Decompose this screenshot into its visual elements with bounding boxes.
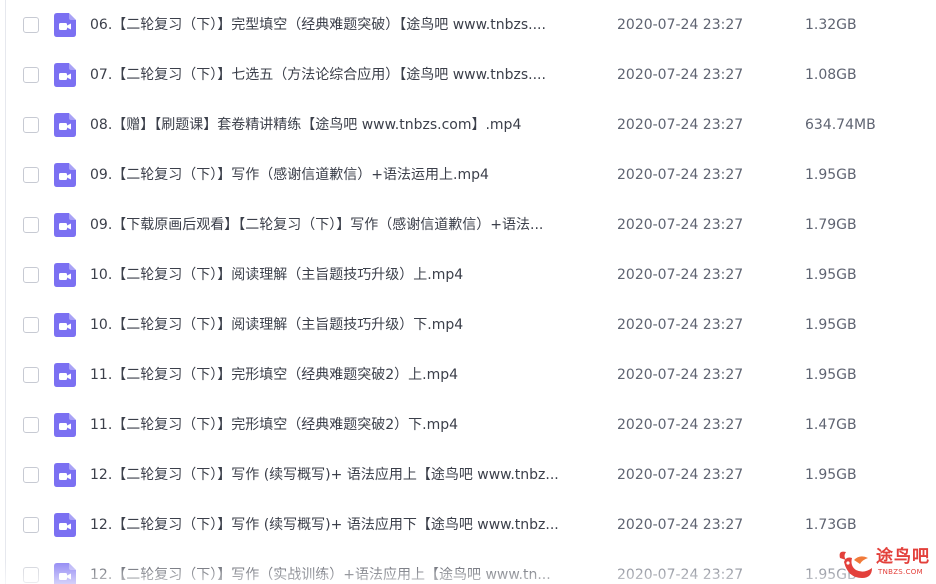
file-date: 2020-07-24 23:27 [617, 167, 744, 183]
file-size: 1.95GB [805, 467, 857, 483]
file-size: 1.47GB [805, 417, 857, 433]
video-file-icon [54, 263, 76, 287]
file-date: 2020-07-24 23:27 [617, 367, 744, 383]
file-date: 2020-07-24 23:27 [617, 417, 744, 433]
file-name[interactable]: 07.【二轮复习（下）】七选五（方法论综合应用）【途鸟吧 www.tnbzs..… [90, 66, 546, 84]
file-size: 634.74MB [805, 117, 876, 133]
file-size: 1.32GB [805, 17, 857, 33]
file-row[interactable]: 08.【赠】【刷题课】套卷精讲精练【途鸟吧 www.tnbzs.com】.mp4… [0, 100, 936, 150]
file-name[interactable]: 09.【下载原画后观看】【二轮复习（下）】写作（感谢信道歉信）+语法... [90, 216, 543, 234]
file-row[interactable]: 09.【下载原画后观看】【二轮复习（下）】写作（感谢信道歉信）+语法... 20… [0, 200, 936, 250]
video-file-icon [54, 413, 76, 437]
file-date: 2020-07-24 23:27 [617, 267, 744, 283]
video-file-icon [54, 113, 76, 137]
watermark-subtext: TNBZS.COM [878, 568, 923, 576]
video-file-icon [54, 313, 76, 337]
file-size: 1.95GB [805, 367, 857, 383]
file-size: 1.73GB [805, 517, 857, 533]
file-date: 2020-07-24 23:27 [617, 217, 744, 233]
row-checkbox[interactable] [23, 267, 39, 283]
watermark-text: 途鸟吧 [876, 547, 930, 567]
video-file-icon [54, 563, 76, 584]
file-size: 1.95GB [805, 317, 857, 333]
file-list: 06.【二轮复习（下）】完型填空（经典难题突破）【途鸟吧 www.tnbzs..… [0, 0, 936, 584]
file-name[interactable]: 12.【二轮复习（下）】写作 (续写概写)+ 语法应用上【途鸟吧 www.tnb… [90, 466, 559, 484]
file-name[interactable]: 11.【二轮复习（下）】完形填空（经典难题突破2）上.mp4 [90, 366, 458, 384]
file-name[interactable]: 12.【二轮复习（下）】写作（实战训练）+语法应用上【途鸟吧 www.tn... [90, 566, 551, 584]
row-checkbox[interactable] [23, 367, 39, 383]
video-file-icon [54, 13, 76, 37]
site-watermark: 途鸟吧 TNBZS.COM [834, 546, 934, 582]
file-date: 2020-07-24 23:27 [617, 467, 744, 483]
video-file-icon [54, 163, 76, 187]
row-checkbox[interactable] [23, 417, 39, 433]
file-size: 1.79GB [805, 217, 857, 233]
row-checkbox[interactable] [23, 517, 39, 533]
file-row[interactable]: 10.【二轮复习（下）】阅读理解（主旨题技巧升级）上.mp4 2020-07-2… [0, 250, 936, 300]
file-row[interactable]: 10.【二轮复习（下）】阅读理解（主旨题技巧升级）下.mp4 2020-07-2… [0, 300, 936, 350]
video-file-icon [54, 363, 76, 387]
file-date: 2020-07-24 23:27 [617, 67, 744, 83]
video-file-icon [54, 63, 76, 87]
file-name[interactable]: 12.【二轮复习（下）】写作 (续写概写)+ 语法应用下【途鸟吧 www.tnb… [90, 516, 559, 534]
file-row[interactable]: 09.【二轮复习（下）】写作（感谢信道歉信）+语法运用上.mp4 2020-07… [0, 150, 936, 200]
file-row[interactable]: 11.【二轮复习（下）】完形填空（经典难题突破2）上.mp4 2020-07-2… [0, 350, 936, 400]
video-file-icon [54, 463, 76, 487]
bird-logo-icon [839, 551, 872, 578]
file-date: 2020-07-24 23:27 [617, 17, 744, 33]
row-checkbox[interactable] [23, 167, 39, 183]
row-checkbox[interactable] [23, 567, 39, 583]
file-row[interactable]: 12.【二轮复习（下）】写作 (续写概写)+ 语法应用下【途鸟吧 www.tnb… [0, 500, 936, 550]
file-name[interactable]: 10.【二轮复习（下）】阅读理解（主旨题技巧升级）下.mp4 [90, 316, 463, 334]
file-date: 2020-07-24 23:27 [617, 517, 744, 533]
file-name[interactable]: 06.【二轮复习（下）】完型填空（经典难题突破）【途鸟吧 www.tnbzs..… [90, 16, 546, 34]
file-size: 1.95GB [805, 167, 857, 183]
file-row[interactable]: 12.【二轮复习（下）】写作 (续写概写)+ 语法应用上【途鸟吧 www.tnb… [0, 450, 936, 500]
row-checkbox[interactable] [23, 17, 39, 33]
file-size: 1.95GB [805, 267, 857, 283]
file-name[interactable]: 09.【二轮复习（下）】写作（感谢信道歉信）+语法运用上.mp4 [90, 166, 489, 184]
file-row[interactable]: 07.【二轮复习（下）】七选五（方法论综合应用）【途鸟吧 www.tnbzs..… [0, 50, 936, 100]
video-file-icon [54, 213, 76, 237]
file-size: 1.08GB [805, 67, 857, 83]
row-checkbox[interactable] [23, 467, 39, 483]
file-date: 2020-07-24 23:27 [617, 317, 744, 333]
row-checkbox[interactable] [23, 317, 39, 333]
file-row[interactable]: 12.【二轮复习（下）】写作（实战训练）+语法应用上【途鸟吧 www.tn...… [0, 550, 936, 584]
file-date: 2020-07-24 23:27 [617, 117, 744, 133]
file-date: 2020-07-24 23:27 [617, 567, 744, 583]
row-checkbox[interactable] [23, 67, 39, 83]
file-row[interactable]: 11.【二轮复习（下）】完形填空（经典难题突破2）下.mp4 2020-07-2… [0, 400, 936, 450]
file-name[interactable]: 08.【赠】【刷题课】套卷精讲精练【途鸟吧 www.tnbzs.com】.mp4 [90, 116, 521, 134]
file-name[interactable]: 10.【二轮复习（下）】阅读理解（主旨题技巧升级）上.mp4 [90, 266, 463, 284]
file-name[interactable]: 11.【二轮复习（下）】完形填空（经典难题突破2）下.mp4 [90, 416, 458, 434]
row-checkbox[interactable] [23, 217, 39, 233]
file-row[interactable]: 06.【二轮复习（下）】完型填空（经典难题突破）【途鸟吧 www.tnbzs..… [0, 0, 936, 50]
video-file-icon [54, 513, 76, 537]
row-checkbox[interactable] [23, 117, 39, 133]
